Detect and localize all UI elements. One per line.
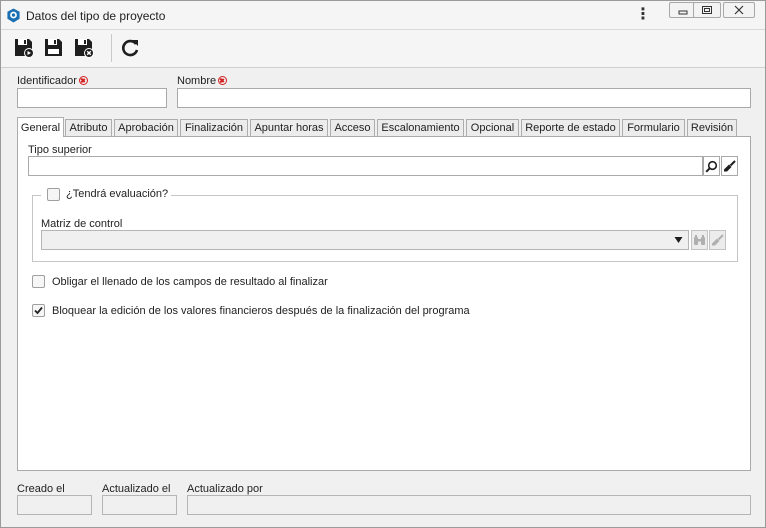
minimize-icon — [678, 10, 688, 15]
required-icon — [78, 76, 88, 85]
refresh-icon — [122, 39, 139, 57]
evaluacion-checkbox[interactable] — [47, 188, 60, 201]
tipo-superior-label: Tipo superior — [28, 144, 92, 156]
evaluacion-label: ¿Tendrá evaluación? — [66, 188, 169, 200]
matriz-label: Matriz de control — [41, 218, 123, 230]
checkmark-icon — [34, 306, 43, 315]
actualizado-field — [102, 495, 177, 515]
toolbar — [1, 30, 765, 68]
nombre-label: Nombre — [177, 75, 228, 87]
save-close-button[interactable] — [71, 35, 97, 61]
app-logo-icon — [7, 8, 20, 23]
evaluacion-legend: ¿Tendrá evaluación? — [41, 187, 171, 203]
required-icon — [218, 76, 228, 85]
identificador-label: Identificador — [17, 75, 88, 87]
tab-escalonamiento[interactable]: Escalonamiento — [377, 119, 464, 136]
bloquear-label: Bloquear la edición de los valores finan… — [52, 305, 470, 317]
binoculars-icon — [694, 235, 705, 245]
close-icon — [734, 5, 744, 15]
save-icon — [45, 39, 62, 56]
restore-icon — [702, 6, 712, 14]
identificador-input[interactable] — [17, 88, 167, 108]
nombre-input[interactable] — [177, 88, 751, 108]
refresh-button[interactable] — [117, 35, 143, 61]
close-button[interactable] — [723, 2, 755, 18]
tab-finalizacion[interactable]: Finalización — [180, 119, 248, 136]
save-close-icon — [75, 39, 94, 58]
actualizado-por-field — [187, 495, 751, 515]
tab-reporte-de-estado[interactable]: Reporte de estado — [521, 119, 620, 136]
tab-formulario[interactable]: Formulario — [622, 119, 685, 136]
save-new-button[interactable] — [11, 35, 37, 61]
tipo-superior-clear-button[interactable] — [721, 156, 738, 176]
bloquear-checkbox[interactable] — [32, 304, 45, 317]
obligar-checkbox[interactable] — [32, 275, 45, 288]
search-icon — [705, 160, 718, 173]
more-options-icon[interactable]: ⋮ — [635, 7, 651, 25]
evaluacion-group — [32, 195, 738, 262]
title-bar: Datos del tipo de proyecto ⋮ — [1, 1, 765, 30]
actualizado-label: Actualizado el — [102, 483, 171, 495]
tab-revision[interactable]: Revisión — [687, 119, 737, 136]
tab-acceso[interactable]: Acceso — [330, 119, 375, 136]
obligar-label: Obligar el llenado de los campos de resu… — [52, 276, 328, 288]
creado-field — [17, 495, 92, 515]
matriz-view-button[interactable] — [691, 230, 708, 250]
creado-label: Creado el — [17, 483, 65, 495]
chevron-down-icon — [674, 237, 683, 243]
actualizado-por-label: Actualizado por — [187, 483, 263, 495]
matriz-select[interactable] — [41, 230, 689, 250]
dialog-window: Datos del tipo de proyecto ⋮ Identificad… — [0, 0, 766, 528]
save-button[interactable] — [41, 35, 67, 61]
tipo-superior-search-button[interactable] — [703, 156, 720, 176]
window-title: Datos del tipo de proyecto — [26, 9, 166, 23]
tab-atributo[interactable]: Atributo — [65, 119, 112, 136]
maximize-button[interactable] — [693, 2, 721, 18]
save-new-icon — [15, 39, 34, 58]
tab-apuntar-horas[interactable]: Apuntar horas — [250, 119, 328, 136]
eraser-icon — [724, 159, 736, 171]
tab-opcional[interactable]: Opcional — [466, 119, 519, 136]
eraser-icon — [712, 233, 724, 245]
tab-general[interactable]: General — [17, 117, 64, 137]
matriz-clear-button[interactable] — [709, 230, 726, 250]
toolbar-separator — [111, 34, 112, 62]
tipo-superior-input[interactable] — [28, 156, 703, 176]
tab-aprobacion[interactable]: Aprobación — [114, 119, 178, 136]
